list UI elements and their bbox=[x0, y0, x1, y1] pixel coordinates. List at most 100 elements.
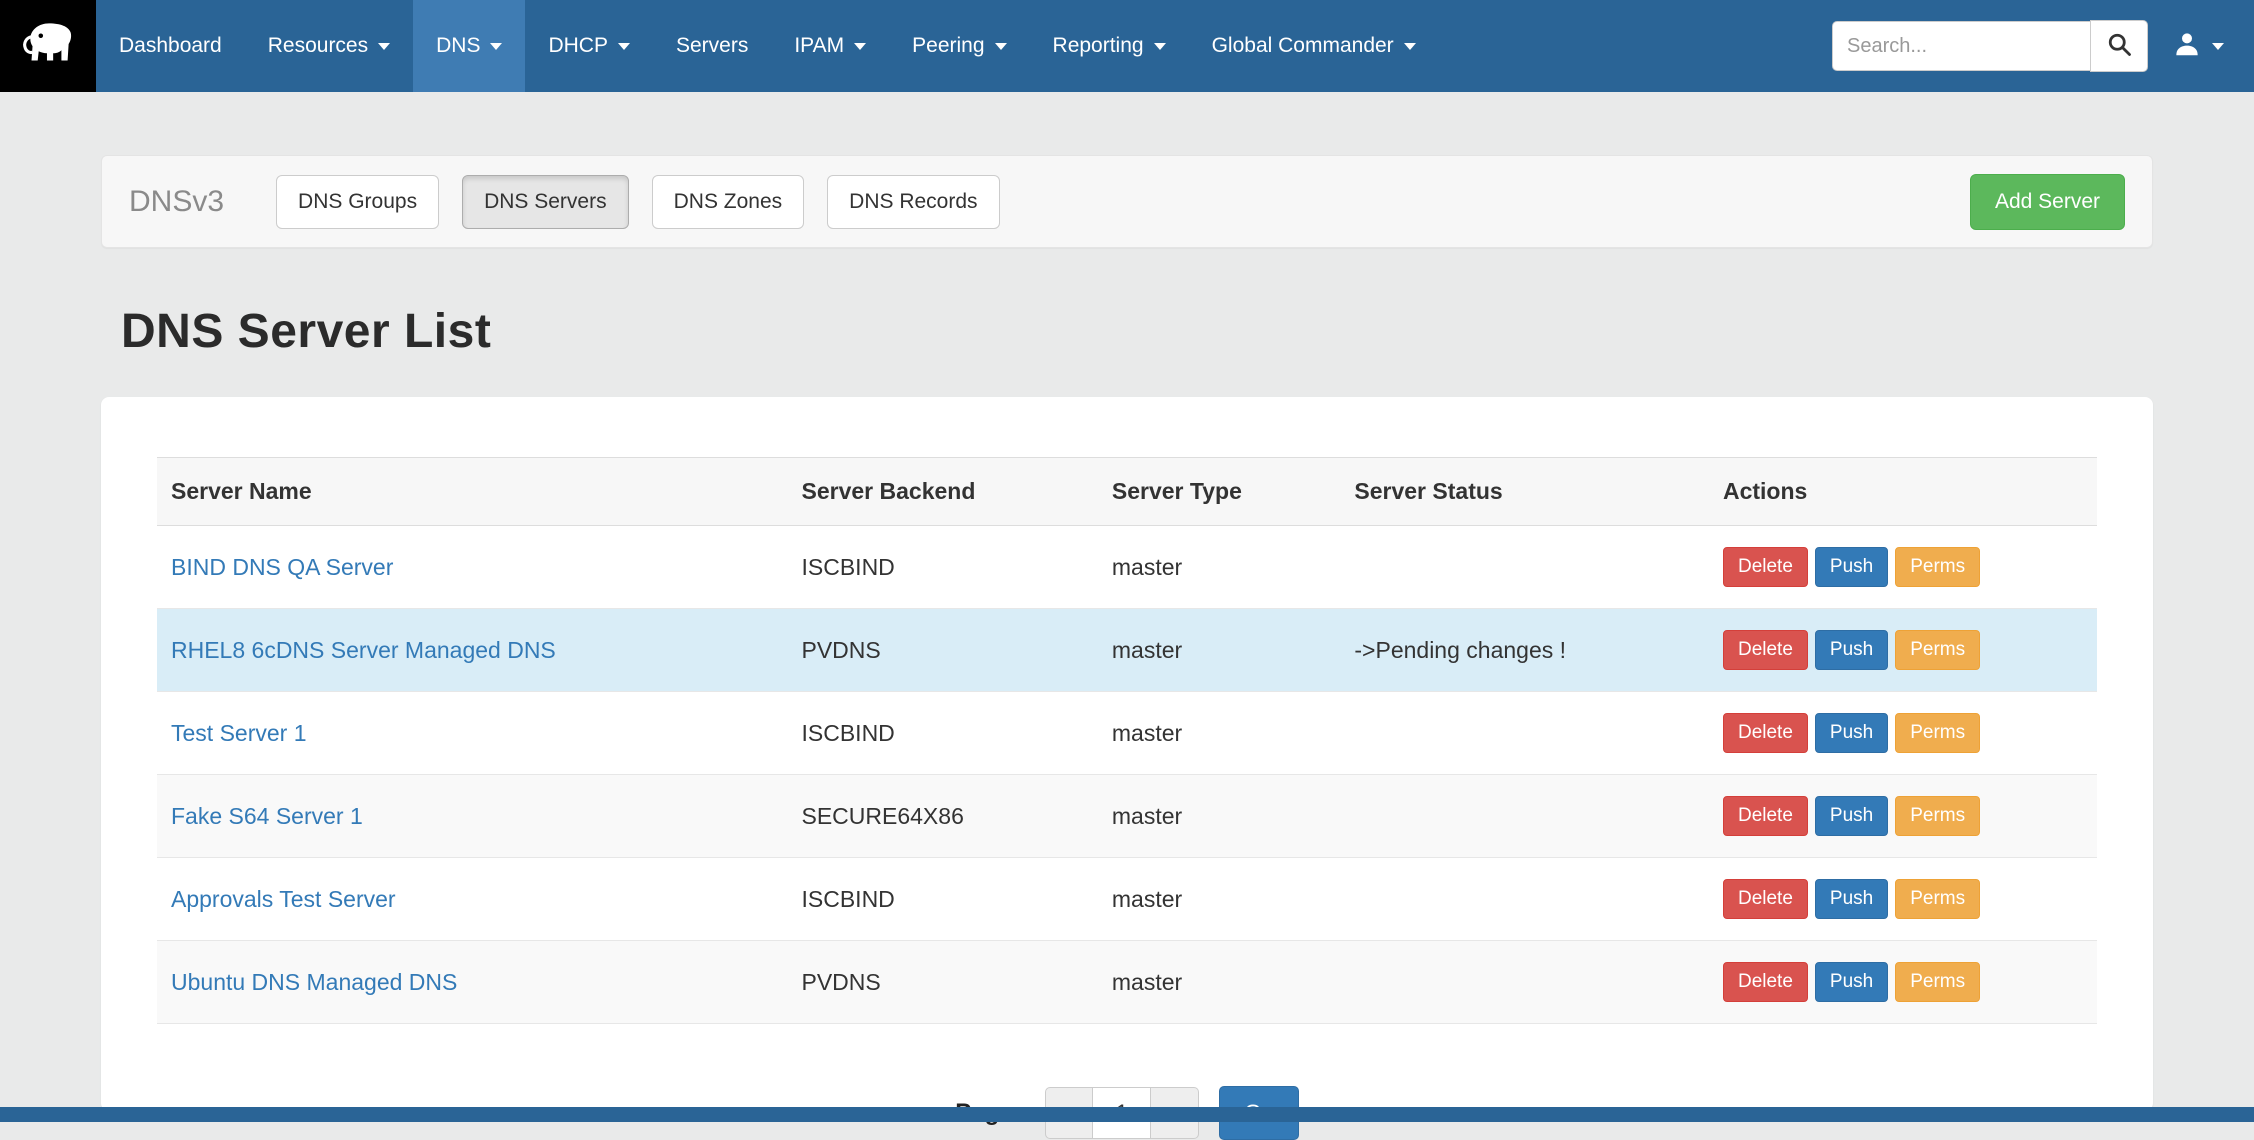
server-name-cell: Fake S64 Server 1 bbox=[157, 775, 788, 858]
server-backend-cell: ISCBIND bbox=[788, 858, 1098, 941]
table-row: RHEL8 6cDNS Server Managed DNS PVDNSmaste… bbox=[157, 609, 2097, 692]
header-server-status: Server Status bbox=[1340, 458, 1709, 526]
chevron-down-icon bbox=[618, 43, 630, 50]
perms-button[interactable]: Perms bbox=[1895, 879, 1980, 919]
search-input[interactable] bbox=[1832, 21, 2090, 71]
server-status-cell bbox=[1340, 941, 1709, 1024]
search-button[interactable] bbox=[2090, 20, 2148, 72]
page-title: DNS Server List bbox=[121, 304, 2254, 359]
push-button[interactable]: Push bbox=[1815, 630, 1888, 670]
server-name-cell: RHEL8 6cDNS Server Managed DNS bbox=[157, 609, 788, 692]
delete-button[interactable]: Delete bbox=[1723, 630, 1808, 670]
server-type-cell: master bbox=[1098, 692, 1341, 775]
nav-item-label: Resources bbox=[268, 34, 368, 58]
nav-item-servers[interactable]: Servers bbox=[653, 0, 771, 92]
server-name-cell: BIND DNS QA Server bbox=[157, 526, 788, 609]
navbar-items: Dashboard Resources DNS DHCP Servers IPAM Peer… bbox=[96, 0, 1439, 92]
server-status-cell bbox=[1340, 858, 1709, 941]
server-backend-cell: ISCBIND bbox=[788, 692, 1098, 775]
perms-button[interactable]: Perms bbox=[1895, 962, 1980, 1002]
dns-server-table: Server Name Server Backend Server Type S… bbox=[157, 457, 2097, 1024]
server-backend-cell: ISCBIND bbox=[788, 526, 1098, 609]
header-server-backend: Server Backend bbox=[788, 458, 1098, 526]
actions-cell: DeletePushPerms bbox=[1709, 775, 2097, 858]
server-type-cell: master bbox=[1098, 609, 1341, 692]
tab-dns-groups[interactable]: DNS Groups bbox=[276, 175, 439, 229]
delete-button[interactable]: Delete bbox=[1723, 547, 1808, 587]
nav-item-label: IPAM bbox=[794, 34, 844, 58]
nav-item-label: Dashboard bbox=[119, 34, 222, 58]
server-type-cell: master bbox=[1098, 858, 1341, 941]
nav-item-resources[interactable]: Resources bbox=[245, 0, 413, 92]
server-name-cell: Approvals Test Server bbox=[157, 858, 788, 941]
delete-button[interactable]: Delete bbox=[1723, 879, 1808, 919]
perms-button[interactable]: Perms bbox=[1895, 630, 1980, 670]
header-server-name: Server Name bbox=[157, 458, 788, 526]
chevron-down-icon bbox=[1404, 43, 1416, 50]
table-row: Test Server 1 ISCBINDmaster DeletePushPerm… bbox=[157, 692, 2097, 775]
table-row: Approvals Test Server ISCBINDmaster Delete… bbox=[157, 858, 2097, 941]
server-type-cell: master bbox=[1098, 941, 1341, 1024]
table-row: Ubuntu DNS Managed DNSPVDNSmasterDeleteP… bbox=[157, 941, 2097, 1024]
nav-item-dns[interactable]: DNS bbox=[413, 0, 525, 92]
server-name-link[interactable]: Fake S64 Server 1 bbox=[171, 803, 363, 829]
top-navbar: Dashboard Resources DNS DHCP Servers IPAM Peer… bbox=[0, 0, 2254, 92]
perms-button[interactable]: Perms bbox=[1895, 713, 1980, 753]
nav-item-label: DNS bbox=[436, 34, 480, 58]
server-name-link[interactable]: Approvals Test Server bbox=[171, 886, 396, 912]
actions-cell: DeletePushPerms bbox=[1709, 526, 2097, 609]
table-header-row: Server Name Server Backend Server Type S… bbox=[157, 458, 2097, 526]
server-type-cell: master bbox=[1098, 775, 1341, 858]
nav-item-global-commander[interactable]: Global Commander bbox=[1189, 0, 1439, 92]
user-menu[interactable] bbox=[2148, 29, 2240, 64]
server-name-link[interactable]: Ubuntu DNS Managed DNS bbox=[171, 969, 457, 995]
push-button[interactable]: Push bbox=[1815, 796, 1888, 836]
mammoth-logo-icon bbox=[15, 11, 81, 82]
nav-item-label: DHCP bbox=[548, 34, 608, 58]
server-status-cell bbox=[1340, 526, 1709, 609]
delete-button[interactable]: Delete bbox=[1723, 713, 1808, 753]
footer-bar bbox=[0, 1107, 2254, 1122]
nav-item-label: Servers bbox=[676, 34, 748, 58]
actions-cell: DeletePushPerms bbox=[1709, 692, 2097, 775]
dns-section-tabs: DNS Groups DNS Servers DNS Zones DNS Record… bbox=[276, 175, 1023, 229]
nav-item-ipam[interactable]: IPAM bbox=[771, 0, 889, 92]
app-logo[interactable] bbox=[0, 0, 96, 92]
server-name-link[interactable]: RHEL8 6cDNS Server Managed DNS bbox=[171, 637, 556, 663]
server-backend-cell: PVDNS bbox=[788, 941, 1098, 1024]
server-name-cell: Ubuntu DNS Managed DNS bbox=[157, 941, 788, 1024]
header-server-type: Server Type bbox=[1098, 458, 1341, 526]
nav-item-label: Global Commander bbox=[1212, 34, 1394, 58]
server-table-body: BIND DNS QA ServerISCBINDmasterDeletePus… bbox=[157, 526, 2097, 1024]
nav-item-dhcp[interactable]: DHCP bbox=[525, 0, 653, 92]
push-button[interactable]: Push bbox=[1815, 713, 1888, 753]
nav-item-reporting[interactable]: Reporting bbox=[1030, 0, 1189, 92]
table-row: BIND DNS QA Server ISCBINDmaster DeletePus… bbox=[157, 526, 2097, 609]
chevron-down-icon bbox=[378, 43, 390, 50]
nav-item-label: Reporting bbox=[1053, 34, 1144, 58]
delete-button[interactable]: Delete bbox=[1723, 796, 1808, 836]
dns-toolbar: DNSv3 DNS GroupsDNS ServersDNS ZonesDNS … bbox=[101, 155, 2153, 248]
tab-dns-servers[interactable]: DNS Servers bbox=[462, 175, 629, 229]
server-status-cell bbox=[1340, 775, 1709, 858]
server-status-cell bbox=[1340, 692, 1709, 775]
push-button[interactable]: Push bbox=[1815, 962, 1888, 1002]
push-button[interactable]: Push bbox=[1815, 547, 1888, 587]
delete-button[interactable]: Delete bbox=[1723, 962, 1808, 1002]
nav-item-peering[interactable]: Peering bbox=[889, 0, 1029, 92]
server-type-cell: master bbox=[1098, 526, 1341, 609]
add-server-button[interactable]: Add Server bbox=[1970, 174, 2125, 230]
server-status-cell: ->Pending changes ! bbox=[1340, 609, 1709, 692]
tab-dns-zones[interactable]: DNS Zones bbox=[652, 175, 805, 229]
server-name-link[interactable]: Test Server 1 bbox=[171, 720, 307, 746]
server-name-cell: Test Server 1 bbox=[157, 692, 788, 775]
actions-cell: DeletePushPerms bbox=[1709, 858, 2097, 941]
push-button[interactable]: Push bbox=[1815, 879, 1888, 919]
server-name-link[interactable]: BIND DNS QA Server bbox=[171, 554, 393, 580]
server-backend-cell: PVDNS bbox=[788, 609, 1098, 692]
perms-button[interactable]: Perms bbox=[1895, 796, 1980, 836]
nav-item-dashboard[interactable]: Dashboard bbox=[96, 0, 245, 92]
perms-button[interactable]: Perms bbox=[1895, 547, 1980, 587]
actions-cell: DeletePushPerms bbox=[1709, 941, 2097, 1024]
tab-dns-records[interactable]: DNS Records bbox=[827, 175, 999, 229]
